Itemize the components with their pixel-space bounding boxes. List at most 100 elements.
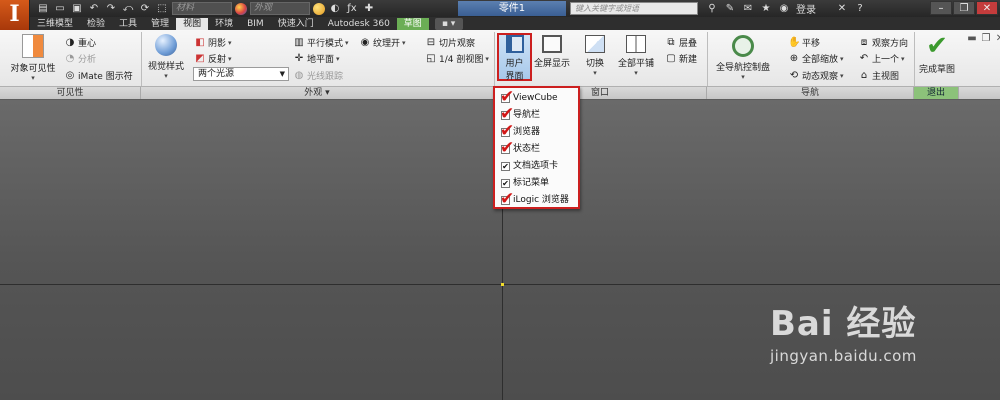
ribbon-minimize-icon[interactable]: ▬ — [966, 33, 978, 45]
user-interface-button[interactable]: 用户 界面 — [499, 35, 530, 82]
reflections-icon: ◩ — [195, 52, 205, 64]
visual-style-icon — [155, 34, 177, 56]
new-file-icon[interactable]: ▤ — [36, 3, 50, 15]
communication-icon[interactable]: ✉ — [742, 3, 754, 14]
analysis-button[interactable]: ◔ 分析 — [64, 52, 96, 66]
chevron-down-icon: ▾ — [228, 38, 232, 47]
tab-get-started[interactable]: 快速入门 — [271, 18, 321, 30]
infocenter: ⚲ ✎ ✉ ★ ◉ 登录 ✕ ? — [706, 1, 866, 16]
slice-graphics-button[interactable]: ⊟ 切片观察 — [425, 36, 475, 50]
pan-button[interactable]: ✋ 平移 — [788, 36, 820, 50]
shadows-icon: ◧ — [195, 36, 205, 48]
panel-label-appearance[interactable]: 外观 ▾ — [141, 87, 494, 99]
menu-item-document-tabs[interactable]: ✔ 文档选项卡 — [501, 159, 558, 173]
zoom-all-button[interactable]: ⊕ 全部缩放 ▾ — [788, 52, 844, 66]
imate-glyph-button[interactable]: ◎ iMate 图示符 — [64, 69, 133, 83]
help-icon[interactable]: ? — [854, 3, 866, 14]
new-window-button[interactable]: ▢ 新建 — [665, 52, 697, 66]
tab-autodesk-360[interactable]: Autodesk 360 — [321, 18, 397, 30]
chevron-down-icon: ▾ — [228, 54, 232, 63]
finish-sketch-button[interactable]: ✔ 完成草图 — [917, 33, 957, 75]
login-label[interactable]: 登录 — [796, 1, 816, 16]
parallel-mode-button[interactable]: ▥ 平行模式 ▾ — [293, 36, 348, 50]
favorites-star-icon[interactable]: ★ — [760, 3, 772, 14]
visual-style-button[interactable]: 视觉样式 ▾ — [145, 34, 187, 80]
chevron-down-icon: ▾ — [634, 69, 638, 77]
update-icon[interactable]: ⟳ — [138, 3, 152, 15]
select-icon[interactable]: ⬚ — [155, 3, 169, 15]
red-annotation-check-icon: ✔ — [500, 87, 515, 107]
undo-icon[interactable]: ↶ — [87, 3, 101, 15]
cascade-button[interactable]: ⧉ 层叠 — [665, 36, 697, 50]
redo-icon[interactable]: ↷ — [104, 3, 118, 15]
exchange-icon[interactable]: ✕ — [836, 3, 848, 14]
tab-view[interactable]: 视图 — [176, 18, 209, 30]
tab-tools[interactable]: 工具 — [112, 18, 144, 30]
ground-plane-button[interactable]: ✛ 地平面 ▾ — [293, 52, 340, 66]
save-icon[interactable]: ▣ — [70, 3, 84, 15]
object-visibility-button[interactable]: 对象可见性 ▾ — [8, 34, 58, 82]
imate-glyph-icon: ◎ — [65, 69, 75, 81]
ray-tracing-button[interactable]: ◍ 光线跟踪 — [293, 69, 343, 83]
panel-label-visibility[interactable]: 可见性 — [0, 87, 141, 99]
adjust-icon[interactable]: ◐ — [328, 3, 342, 15]
full-screen-button[interactable]: 全屏显示 — [533, 35, 571, 69]
chevron-down-icon: ▾ — [485, 54, 489, 63]
lighting-style-select[interactable]: 两个光源 ▼ — [193, 67, 289, 81]
checkbox-checked-icon[interactable]: ✔ — [501, 161, 510, 171]
tab-bim[interactable]: BIM — [240, 18, 271, 30]
quarter-section-button[interactable]: ◱ 1/4 剖视图 ▾ — [425, 52, 489, 66]
document-title: 零件1 — [458, 1, 566, 16]
menu-item-marking-menu[interactable]: ✔ 标记菜单 — [501, 176, 549, 190]
reflections-button[interactable]: ◩ 反射 ▾ — [194, 52, 232, 66]
binoculars-icon[interactable]: ⚲ — [706, 3, 718, 14]
tab-3d-model[interactable]: 三维模型 — [30, 18, 80, 30]
switch-window-button[interactable]: 切换 ▾ — [582, 35, 608, 77]
clear-appearance-icon[interactable] — [313, 2, 325, 15]
search-input[interactable]: 键入关键字或短语 — [570, 2, 698, 15]
shadows-button[interactable]: ◧ 阴影 ▾ — [194, 36, 232, 50]
full-screen-icon — [542, 35, 562, 53]
sketch-origin-point[interactable] — [501, 283, 504, 286]
panel-separator — [141, 32, 142, 86]
panel-label-navigate[interactable]: 导航 — [707, 87, 914, 99]
panel-label-exit[interactable]: 退出 — [914, 87, 959, 99]
chevron-down-icon: ▼ — [279, 70, 285, 78]
open-file-icon[interactable]: ▭ — [53, 3, 67, 15]
minimize-icon[interactable]: – — [930, 1, 952, 15]
previous-view-button[interactable]: ↶ 上一个 ▾ — [858, 52, 905, 66]
ribbon-display-toggle[interactable]: ▪ ▾ — [434, 18, 463, 30]
sketch-x-axis — [0, 284, 1000, 285]
center-of-gravity-button[interactable]: ◑ 重心 — [64, 36, 96, 50]
ribbon-close-icon[interactable]: ✕ — [994, 33, 1000, 45]
home-view-button[interactable]: ⌂ 主视图 — [858, 69, 899, 83]
tab-environments[interactable]: 环境 — [208, 18, 240, 30]
add-icon[interactable]: ✚ — [362, 3, 376, 15]
object-visibility-icon — [22, 34, 44, 58]
material-combo[interactable]: 材料 — [172, 2, 232, 15]
checkbox-checked-icon[interactable]: ✔ — [501, 178, 510, 188]
orbit-button[interactable]: ⟲ 动态观察 ▾ — [788, 69, 844, 83]
tools-icon[interactable]: ✎ — [724, 3, 736, 14]
tab-sketch[interactable]: 草图 — [396, 18, 429, 30]
tile-all-button[interactable]: 全部平铺 ▾ — [615, 35, 657, 77]
restore-icon[interactable]: ❐ — [953, 1, 975, 15]
window-controls: – ❐ ✕ — [930, 1, 998, 15]
full-navigation-wheel-button[interactable]: 全导航控制盘 ▾ — [712, 35, 774, 81]
user-icon[interactable]: ◉ — [778, 3, 790, 14]
appearance-combo[interactable]: 外观 — [250, 2, 310, 15]
user-interface-icon — [505, 35, 524, 53]
view-face-button[interactable]: ⧈ 观察方向 — [858, 36, 908, 50]
close-icon[interactable]: ✕ — [976, 1, 998, 15]
parameters-icon[interactable]: ƒx — [345, 3, 359, 15]
tab-inspect[interactable]: 检验 — [80, 18, 112, 30]
ribbon-restore-icon[interactable]: ❐ — [980, 33, 992, 45]
red-annotation-check-icon: ✔ — [500, 189, 515, 209]
return-icon[interactable]: ⤺ — [121, 3, 135, 15]
chevron-down-icon: ▾ — [840, 54, 844, 63]
texture-icon: ◉ — [360, 36, 370, 48]
tab-manage[interactable]: 管理 — [144, 18, 176, 30]
orbit-icon: ⟲ — [789, 69, 799, 81]
inventor-app-logo[interactable]: I — [0, 0, 30, 30]
texture-on-button[interactable]: ◉ 纹理开 ▾ — [359, 36, 406, 50]
